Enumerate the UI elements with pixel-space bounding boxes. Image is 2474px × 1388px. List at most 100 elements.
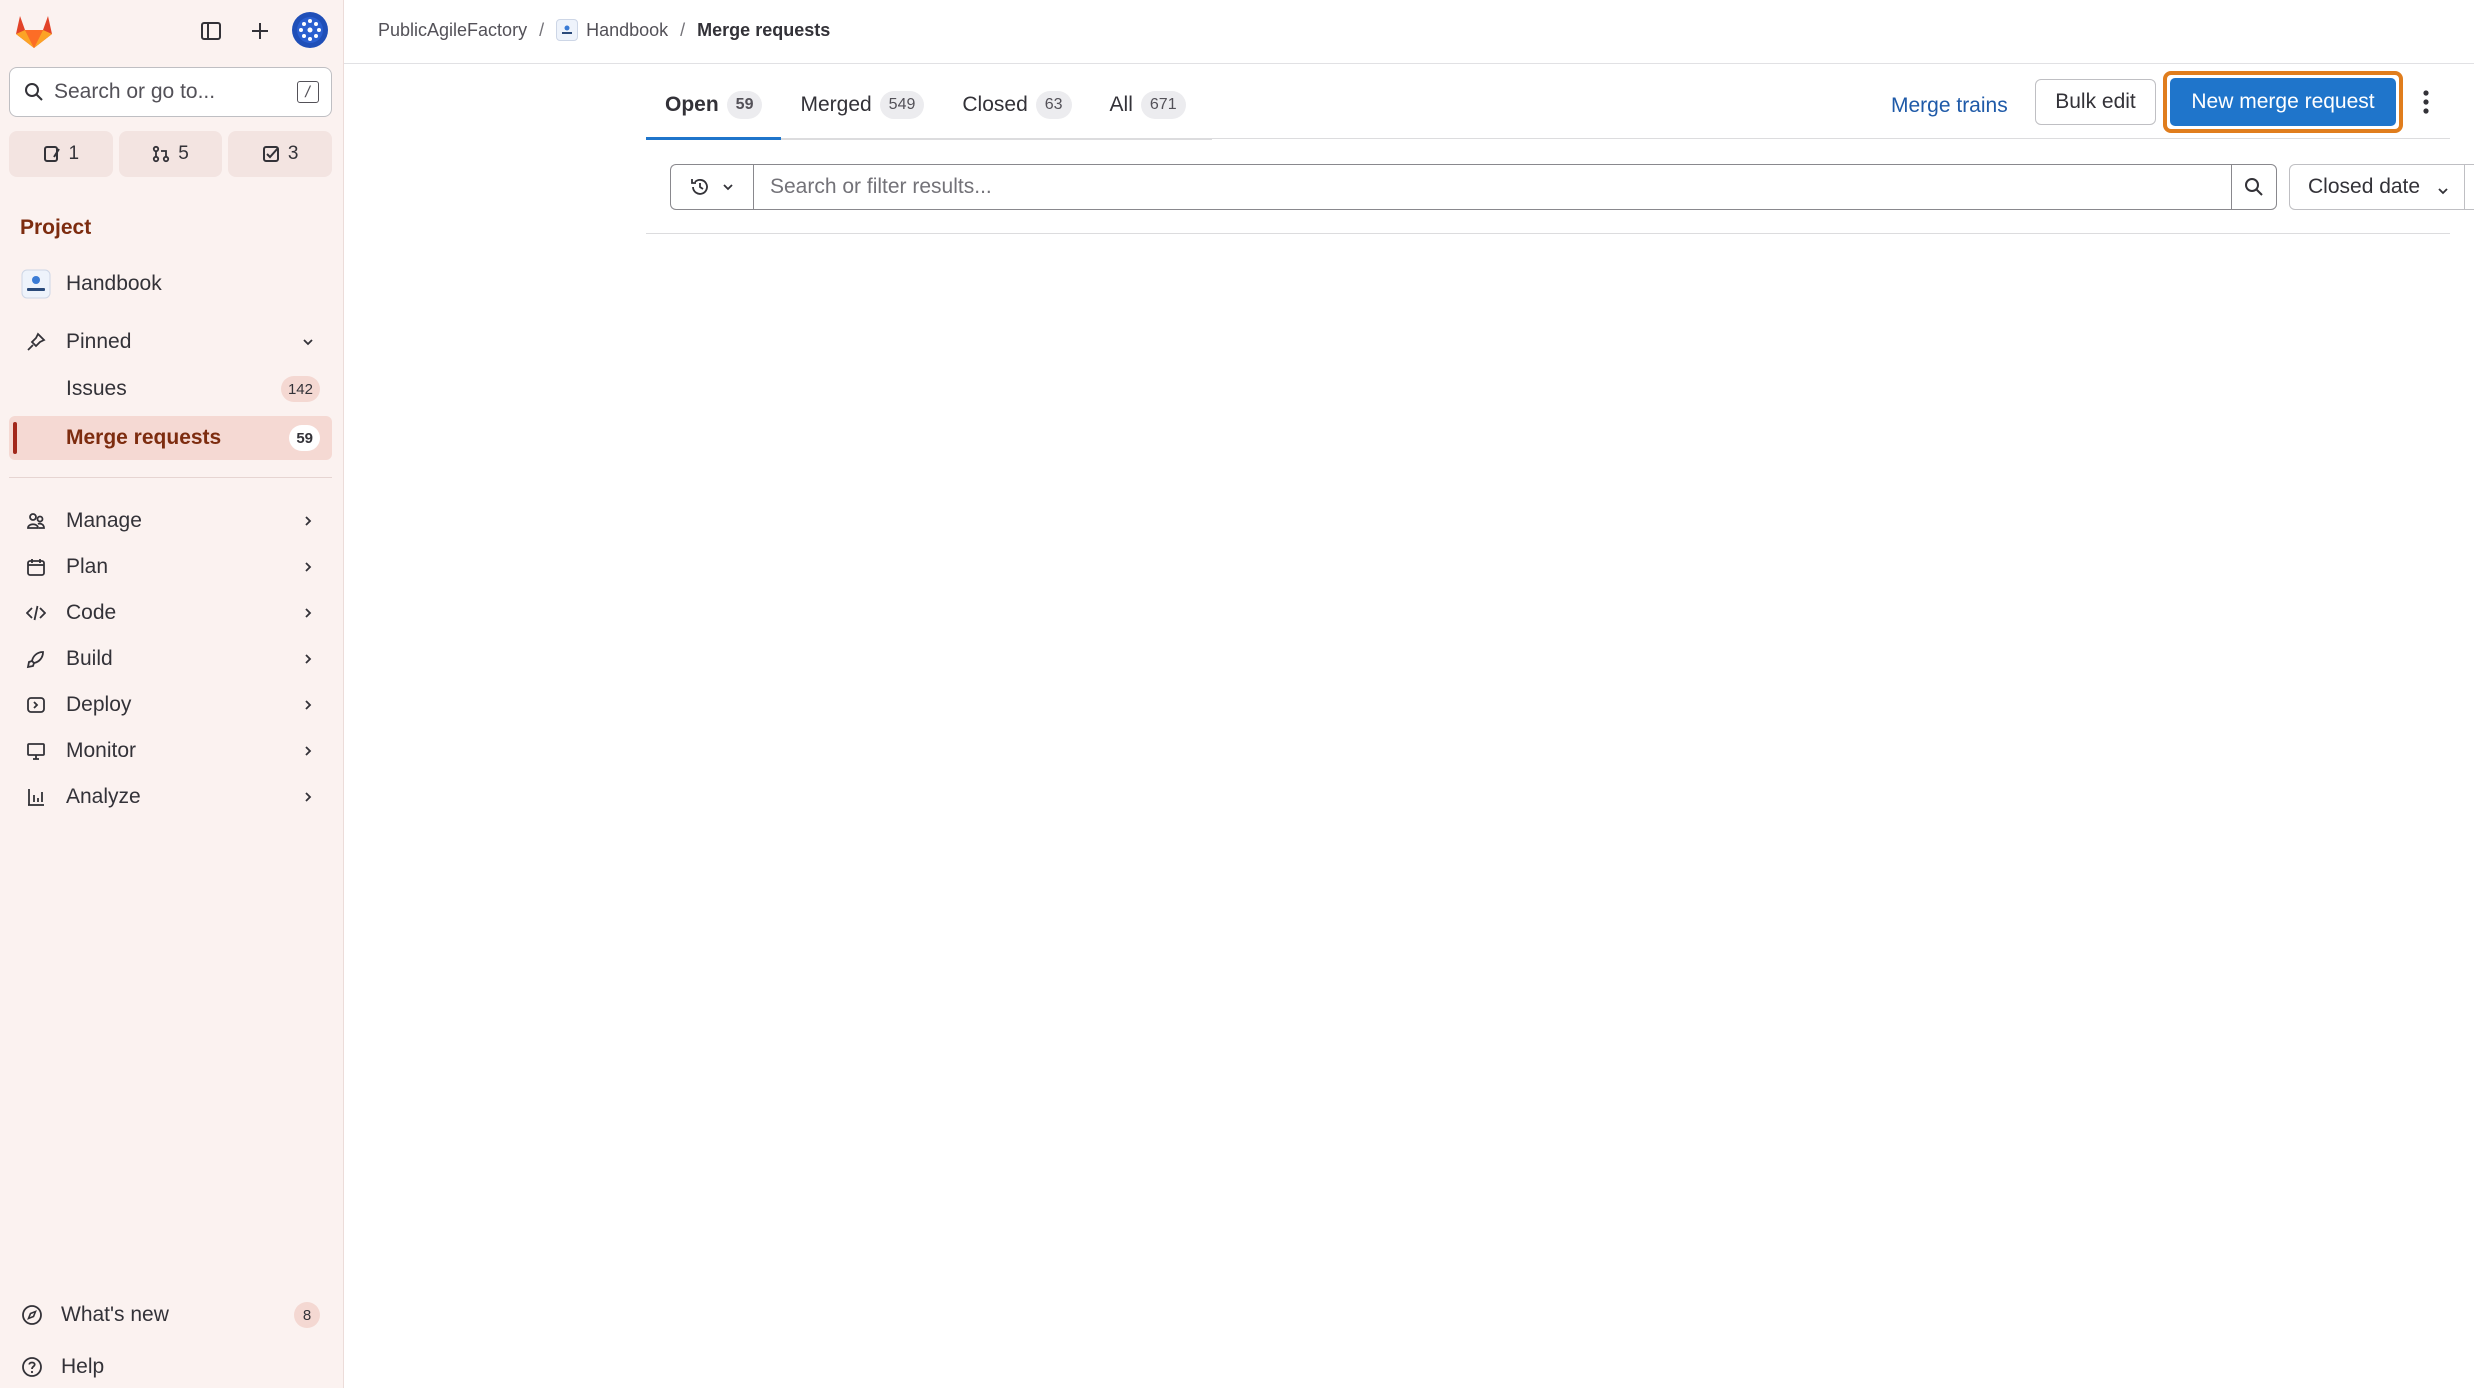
breadcrumb-separator: / xyxy=(680,19,686,40)
pin-icon xyxy=(25,331,47,353)
chevron-right-icon xyxy=(300,789,316,805)
todos-count: 3 xyxy=(287,143,299,164)
new-merge-request-button[interactable]: New merge request xyxy=(2170,78,2396,126)
sidebar-item-analyze[interactable]: Analyze xyxy=(9,775,332,819)
code-icon xyxy=(25,602,47,624)
sidebar-item-manage[interactable]: Manage xyxy=(9,499,332,543)
search-shortcut-key: / xyxy=(297,81,319,103)
sidebar-item-merge-requests[interactable]: Merge requests 59 xyxy=(9,416,332,460)
chevron-down-icon xyxy=(723,184,733,191)
breadcrumb-project-link[interactable]: Handbook xyxy=(586,20,668,41)
sidebar-toggle-icon[interactable] xyxy=(194,14,228,48)
chevron-right-icon xyxy=(300,743,316,759)
sidebar-item-label: Issues xyxy=(66,377,127,400)
assigned-issues-counter[interactable]: 1 xyxy=(9,131,113,177)
chevron-right-icon xyxy=(300,697,316,713)
manage-icon xyxy=(25,510,47,532)
monitor-icon xyxy=(25,740,47,762)
filter-placeholder: Search or filter results... xyxy=(770,175,992,198)
more-actions-icon[interactable] xyxy=(2414,82,2438,122)
chevron-right-icon xyxy=(300,605,316,621)
sidebar-item-monitor[interactable]: Monitor xyxy=(9,729,332,773)
sidebar-item-code[interactable]: Code xyxy=(9,591,332,635)
filter-search-input[interactable]: Search or filter results... xyxy=(753,164,2232,210)
whats-new-item[interactable]: What's new 8 xyxy=(9,1293,332,1337)
tab-closed[interactable]: Closed 63 xyxy=(943,70,1090,140)
assigned-issues-count: 1 xyxy=(68,143,80,164)
merge-trains-link[interactable]: Merge trains xyxy=(1891,84,2008,128)
sidebar-item-build[interactable]: Build xyxy=(9,637,332,681)
top-bar: PublicAgileFactory / Handbook / Merge re… xyxy=(344,0,2474,64)
tab-count-badge: 671 xyxy=(1140,91,1186,119)
search-input[interactable]: Search or go to... / xyxy=(9,67,332,117)
sidebar-divider xyxy=(9,477,332,478)
tab-count-badge: 63 xyxy=(1035,91,1072,119)
history-icon xyxy=(691,179,708,195)
issues-count-badge: 142 xyxy=(280,376,320,402)
todo-icon xyxy=(262,146,279,162)
sidebar-item-project[interactable]: Handbook xyxy=(9,262,332,306)
sidebar-item-label: Manage xyxy=(66,509,142,532)
project-section-title: Project xyxy=(20,216,92,239)
whats-new-count-badge: 8 xyxy=(294,1302,320,1328)
gitlab-logo[interactable] xyxy=(14,12,54,50)
chevron-right-icon xyxy=(300,513,316,529)
sidebar-item-label: Analyze xyxy=(66,785,141,808)
project-avatar-icon xyxy=(21,269,51,299)
sidebar-item-label: Handbook xyxy=(66,272,162,295)
sidebar-item-pinned[interactable]: Pinned xyxy=(9,320,332,364)
sidebar-item-label: Merge requests xyxy=(66,426,222,449)
breadcrumb-separator: / xyxy=(539,19,545,40)
help-item[interactable]: Help xyxy=(9,1345,332,1388)
compass-icon xyxy=(21,1304,43,1326)
plus-icon[interactable] xyxy=(243,14,277,48)
issue-icon xyxy=(43,146,60,162)
sidebar-item-label: Code xyxy=(66,601,117,624)
recent-searches-button[interactable] xyxy=(670,164,753,210)
whats-new-label: What's new xyxy=(61,1303,169,1326)
chevron-right-icon xyxy=(300,651,316,667)
help-icon xyxy=(21,1356,43,1378)
tab-open[interactable]: Open 59 xyxy=(646,70,782,140)
deploy-icon xyxy=(25,694,47,716)
sidebar: Search or go to... / 1 5 3 Project Handb… xyxy=(0,0,344,1388)
chevron-down-icon xyxy=(300,334,316,350)
chevron-right-icon xyxy=(300,559,316,575)
user-avatar[interactable] xyxy=(292,12,328,48)
sort-by-label: Closed date xyxy=(2308,175,2421,198)
breadcrumb: PublicAgileFactory / Handbook / Merge re… xyxy=(378,19,830,41)
breadcrumb-group-link[interactable]: PublicAgileFactory xyxy=(378,20,527,41)
merge-request-icon xyxy=(153,145,170,163)
search-icon xyxy=(2245,178,2263,196)
search-placeholder: Search or go to... xyxy=(54,80,216,103)
plan-icon xyxy=(25,556,47,578)
sort-direction-button[interactable] xyxy=(2464,164,2474,210)
tab-count-badge: 549 xyxy=(879,91,925,119)
filter-search-button[interactable] xyxy=(2231,164,2277,210)
todos-counter[interactable]: 3 xyxy=(228,131,333,177)
sidebar-item-deploy[interactable]: Deploy xyxy=(9,683,332,727)
sidebar-item-label: Build xyxy=(66,647,113,670)
sidebar-item-plan[interactable]: Plan xyxy=(9,545,332,589)
sidebar-item-label: Deploy xyxy=(66,693,132,716)
merge-requests-count-badge: 59 xyxy=(289,425,320,451)
chevron-down-icon xyxy=(2436,180,2450,204)
search-icon xyxy=(25,83,43,101)
tab-label: All xyxy=(1109,93,1133,116)
sort-by-dropdown[interactable]: Closed date xyxy=(2289,164,2465,210)
sidebar-item-label: Plan xyxy=(66,555,109,578)
tab-label: Closed xyxy=(962,93,1028,116)
help-label: Help xyxy=(61,1355,105,1378)
tab-merged[interactable]: Merged 549 xyxy=(781,70,943,140)
filter-bar: Search or filter results... Closed date xyxy=(646,140,2474,234)
tab-all[interactable]: All 671 xyxy=(1091,70,1205,140)
build-icon xyxy=(25,648,47,670)
sidebar-item-label: Pinned xyxy=(66,330,132,353)
tab-label: Merged xyxy=(800,93,872,116)
bulk-edit-button[interactable]: Bulk edit xyxy=(2035,79,2156,125)
new-merge-request-highlight: New merge request xyxy=(2163,71,2403,133)
merge-requests-count: 5 xyxy=(178,143,189,164)
breadcrumb-current[interactable]: Merge requests xyxy=(697,20,830,41)
merge-requests-counter[interactable]: 5 xyxy=(118,131,223,177)
sidebar-item-issues[interactable]: Issues 142 xyxy=(9,367,332,411)
